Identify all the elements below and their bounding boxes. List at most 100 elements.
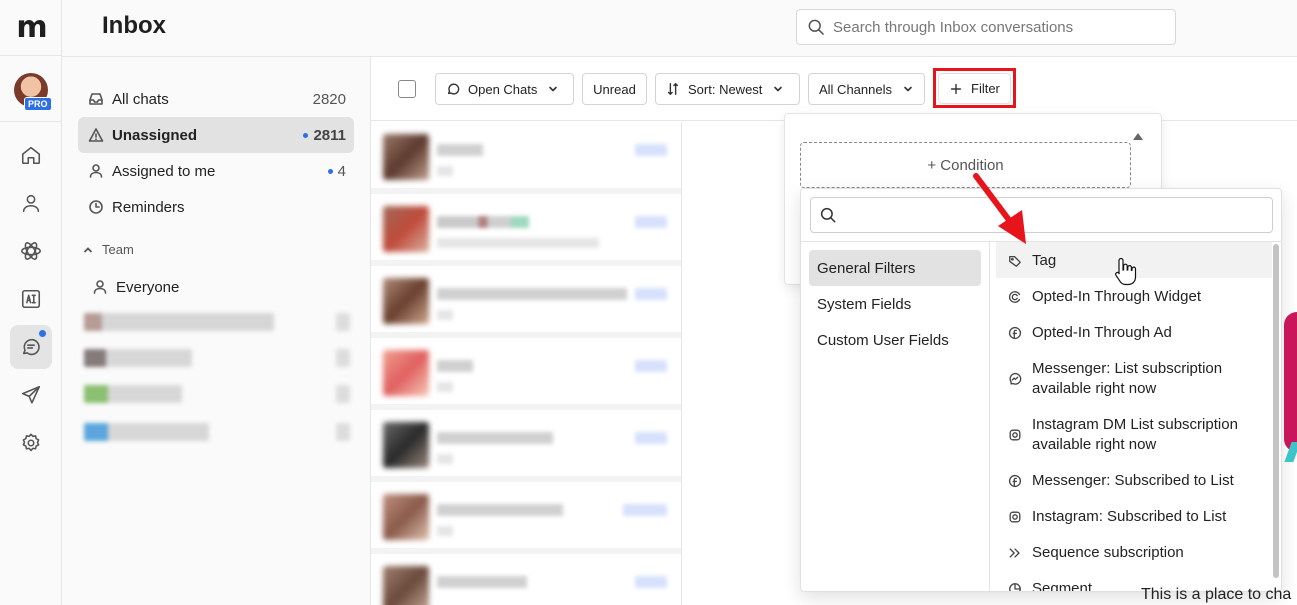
app-logo[interactable]: m — [0, 0, 62, 56]
ai-icon[interactable] — [10, 279, 52, 319]
list-item[interactable] — [371, 482, 681, 554]
button-label: Open Chats — [468, 81, 538, 97]
search-input[interactable] — [797, 10, 1175, 44]
options-scrollbar[interactable] — [1273, 244, 1279, 578]
clock-icon — [89, 200, 103, 214]
collapse-caret-icon[interactable] — [1133, 133, 1143, 140]
filter-option-messenger-subscribed[interactable]: Messenger: Subscribed to List — [996, 462, 1272, 498]
inbox-icon — [89, 93, 103, 105]
sidebar-item-all-chats[interactable]: All chats 2820 — [78, 81, 354, 117]
sidebar-item-assigned-to-me[interactable]: Assigned to me 4 — [78, 153, 354, 189]
unread-dot — [327, 169, 333, 175]
filter-option-opted-in-ad[interactable]: Opted-In Through Ad — [996, 314, 1272, 350]
list-item[interactable] — [371, 554, 681, 605]
filter-search-box[interactable] — [810, 197, 1273, 233]
hand-cursor-icon — [1115, 257, 1137, 286]
sidebar-item-everyone[interactable]: Everyone — [82, 269, 358, 305]
option-label: Segment — [1032, 580, 1093, 591]
team-member-row[interactable] — [84, 423, 209, 441]
option-label: Sequence subscription — [1032, 544, 1184, 561]
sidebar-item-label: Reminders — [112, 198, 185, 216]
search-box[interactable] — [796, 9, 1176, 45]
option-label: Instagram DM List subscription available… — [1032, 416, 1238, 453]
sidebar-item-unassigned[interactable]: Unassigned 2811 — [78, 117, 354, 153]
pro-badge: PRO — [24, 97, 52, 111]
select-all-checkbox[interactable] — [398, 80, 416, 98]
list-item[interactable] — [371, 266, 681, 338]
open-chats-dropdown[interactable]: Open Chats — [435, 73, 574, 105]
filter-option-instagram-subscribed[interactable]: Instagram: Subscribed to List — [996, 498, 1272, 534]
team-member-row[interactable] — [84, 349, 192, 367]
option-label: Tag — [1032, 252, 1057, 269]
item-count: 4 — [327, 162, 346, 180]
sequence-icon — [1009, 548, 1020, 558]
sidebar-item-label: All chats — [112, 90, 169, 108]
instagram-icon — [1009, 511, 1021, 523]
list-item[interactable] — [371, 338, 681, 410]
count-value: 4 — [337, 162, 346, 180]
list-item[interactable] — [371, 122, 681, 194]
sidebar-item-label: Unassigned — [112, 126, 198, 144]
home-icon[interactable] — [10, 135, 52, 175]
highlight-box — [933, 68, 1016, 108]
item-count: 2820 — [312, 90, 346, 108]
button-label: Unread — [593, 81, 636, 97]
team-member-row[interactable] — [84, 385, 182, 403]
unread-button[interactable]: Unread — [582, 73, 647, 105]
filter-option-sequence[interactable]: Sequence subscription — [996, 534, 1272, 570]
filter-search-input[interactable] — [811, 198, 1272, 232]
rail-divider — [0, 121, 62, 122]
widget-icon — [1009, 291, 1021, 303]
option-label: Messenger: List subscription available r… — [1032, 360, 1223, 397]
filter-option-messenger-list[interactable]: Messenger: List subscription available r… — [996, 350, 1272, 406]
sidebar-item-label: Everyone — [116, 278, 180, 296]
add-condition-button[interactable]: + Condition — [800, 142, 1131, 188]
category-system-fields[interactable]: System Fields — [809, 286, 981, 322]
option-label: Opted-In Through Ad — [1032, 324, 1172, 341]
person-icon — [89, 164, 103, 178]
member-count — [336, 385, 350, 403]
messenger-icon — [1009, 372, 1022, 385]
channels-dropdown[interactable]: All Channels — [808, 73, 925, 105]
chat-bubble-icon — [447, 83, 460, 95]
list-item[interactable] — [371, 194, 681, 266]
sort-icon — [667, 83, 679, 95]
search-icon — [806, 17, 826, 37]
team-member-row[interactable] — [84, 313, 274, 331]
segment-icon — [1009, 583, 1021, 591]
member-count — [336, 423, 350, 441]
contacts-icon[interactable] — [10, 183, 52, 223]
button-label: All Channels — [819, 81, 892, 97]
team-section-toggle[interactable]: Team — [82, 242, 134, 257]
notification-dot — [39, 330, 46, 337]
facebook-icon — [1008, 326, 1022, 340]
sort-dropdown[interactable]: Sort: Newest — [655, 73, 800, 105]
illustration-fragment — [1284, 312, 1297, 452]
automation-icon[interactable] — [10, 231, 52, 271]
annotation-arrow-icon — [973, 173, 1026, 244]
team-label: Team — [102, 242, 134, 257]
member-count — [336, 349, 350, 367]
sidebar-item-reminders[interactable]: Reminders — [78, 189, 354, 225]
broadcast-icon[interactable] — [10, 375, 52, 415]
instagram-icon — [1009, 429, 1021, 441]
facebook-icon — [1008, 474, 1022, 488]
button-label: Sort: Newest — [688, 81, 763, 97]
item-count: 2811 — [303, 127, 346, 144]
chevron-up-icon — [83, 246, 93, 253]
option-label: Instagram: Subscribed to List — [1032, 508, 1227, 525]
list-item[interactable] — [371, 410, 681, 482]
filter-option-instagram-dm-list[interactable]: Instagram DM List subscription available… — [996, 406, 1272, 462]
category-general-filters[interactable]: General Filters — [809, 250, 981, 286]
search-icon — [819, 206, 837, 224]
option-label: Messenger: Subscribed to List — [1032, 472, 1234, 489]
count-value: 2811 — [313, 126, 346, 144]
person-icon — [93, 280, 107, 294]
member-count — [336, 313, 350, 331]
chevron-down-icon — [774, 86, 783, 92]
gear-icon[interactable] — [10, 423, 52, 463]
tag-icon — [1009, 255, 1021, 267]
sidebar-item-label: Assigned to me — [112, 162, 216, 180]
unread-dot — [303, 133, 309, 139]
category-custom-user-fields[interactable]: Custom User Fields — [809, 322, 981, 358]
